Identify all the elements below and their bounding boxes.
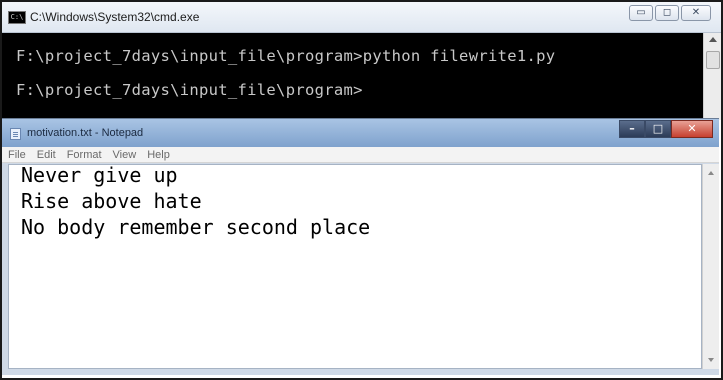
notepad-scroll-down-icon[interactable] <box>708 358 714 362</box>
cmd-titlebar[interactable]: C:\ C:\Windows\System32\cmd.exe ▭ ◻ ✕ <box>2 2 721 33</box>
notepad-minimize-button[interactable]: – <box>619 120 645 138</box>
notepad-app-icon <box>10 128 21 140</box>
notepad-text-area[interactable]: Never give up Rise above hate No body re… <box>8 163 702 369</box>
cmd-caption-buttons: ▭ ◻ ✕ <box>629 5 711 21</box>
cmd-scroll-thumb[interactable] <box>706 51 720 69</box>
cmd-window: C:\ C:\Windows\System32\cmd.exe ▭ ◻ ✕ F:… <box>2 2 721 120</box>
cmd-scrollbar[interactable] <box>703 33 721 120</box>
cmd-maximize-button[interactable]: ◻ <box>655 5 679 21</box>
cmd-scroll-up-icon[interactable] <box>709 37 717 42</box>
menu-file[interactable]: File <box>8 149 26 161</box>
cmd-line-1: F:\project_7days\input_file\program>pyth… <box>16 47 556 65</box>
cmd-app-icon: C:\ <box>8 11 26 24</box>
notepad-scroll-up-icon[interactable] <box>708 171 714 175</box>
notepad-titlebar[interactable]: motivation.txt - Notepad – □ ✕ <box>2 119 719 147</box>
text-line-2: Rise above hate <box>21 189 202 213</box>
text-line-1: Never give up <box>21 163 178 187</box>
cmd-close-button[interactable]: ✕ <box>681 5 711 21</box>
cmd-console-output[interactable]: F:\project_7days\input_file\program>pyth… <box>2 33 721 120</box>
cmd-line-2: F:\project_7days\input_file\program> <box>16 81 363 99</box>
notepad-caption-buttons: – □ ✕ <box>619 120 713 138</box>
notepad-maximize-button[interactable]: □ <box>645 120 671 138</box>
menu-edit[interactable]: Edit <box>37 149 56 161</box>
cmd-minimize-button[interactable]: ▭ <box>629 5 653 21</box>
text-line-3: No body remember second place <box>21 215 371 239</box>
menu-format[interactable]: Format <box>67 149 102 161</box>
notepad-scrollbar[interactable] <box>702 164 719 369</box>
cmd-window-title: C:\Windows\System32\cmd.exe <box>30 10 200 24</box>
menu-view[interactable]: View <box>113 149 137 161</box>
notepad-window: motivation.txt - Notepad – □ ✕ File Edit… <box>2 118 719 375</box>
notepad-menubar: File Edit Format View Help <box>2 147 719 163</box>
notepad-window-title: motivation.txt - Notepad <box>27 127 144 139</box>
menu-help[interactable]: Help <box>147 149 170 161</box>
notepad-close-button[interactable]: ✕ <box>671 120 713 138</box>
